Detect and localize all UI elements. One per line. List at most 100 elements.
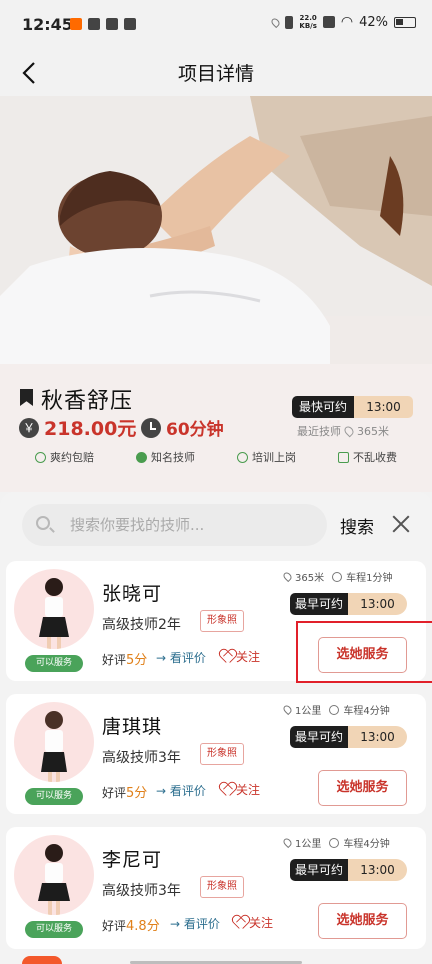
status-badge: 可以服务 [25, 921, 83, 938]
status-badge: 可以服务 [25, 788, 83, 805]
technician-avatar[interactable]: 可以服务 [14, 569, 94, 672]
net-speed: 22.0 KB/s [299, 14, 316, 30]
distance-info: 365米 车程1分钟 [281, 569, 393, 584]
project-name: 秋香舒压 [41, 389, 134, 414]
net-speed-value: 22.0 [299, 14, 317, 22]
technician-avatar[interactable]: 可以服务 [14, 835, 94, 938]
shield-check-icon [35, 451, 46, 463]
photo-tag-button[interactable]: 形象照 [200, 610, 244, 632]
clock-icon [329, 837, 340, 848]
heart-icon [220, 650, 234, 663]
feature-label: 爽约包赔 [50, 451, 94, 464]
vibrate-icon [285, 15, 294, 29]
earliest-label: 最早可约 [290, 726, 348, 748]
follow-button[interactable]: 关注 [220, 781, 260, 798]
technician-level: 高级技师3年 [102, 750, 181, 766]
select-technician-button[interactable]: 选她服务 [318, 770, 407, 806]
yen-icon: ￥ [19, 418, 39, 438]
location-pin-icon [281, 836, 294, 849]
avatar [14, 835, 94, 915]
select-technician-button[interactable]: 选她服务 [318, 903, 407, 939]
follow-button[interactable]: 关注 [220, 648, 260, 665]
avatar [14, 569, 94, 649]
earliest-available-tag: 最早可约 13:00 [290, 726, 407, 748]
follow-label: 关注 [249, 916, 274, 930]
net-speed-unit: KB/s [299, 22, 317, 30]
technician-card[interactable]: 可以服务 唐琪琪 高级技师3年 形象照 好评5分 → 看评价 关注 1公里 车程… [6, 694, 426, 814]
feature-item: 培训上岗 [237, 449, 296, 465]
fastest-label: 最快可约 [292, 396, 354, 418]
nav-bar: 项目详情 [0, 50, 432, 96]
check-circle-icon [237, 451, 248, 463]
heart-icon [233, 916, 247, 929]
earliest-label: 最早可约 [290, 593, 348, 615]
status-badge: 可以服务 [25, 655, 83, 672]
technician-name: 张晓可 [102, 583, 163, 605]
follow-button[interactable]: 关注 [233, 914, 273, 931]
rating: 好评5分 [102, 782, 147, 801]
location-pin-icon [281, 570, 294, 583]
rating: 好评4.8分 [102, 915, 160, 934]
technician-level: 高级技师3年 [102, 883, 181, 899]
distance: 1公里 [295, 839, 322, 850]
nearest-technician: 最近技师 365米 [297, 423, 389, 439]
close-icon[interactable] [391, 514, 411, 534]
crown-icon [106, 18, 118, 30]
highlight-box [296, 621, 432, 683]
technician-card[interactable]: 可以服务 李尼可 高级技师3年 形象照 好评4.8分 → 看评价 关注 1公里 … [6, 827, 426, 949]
earliest-time: 13:00 [348, 726, 407, 748]
fastest-time: 13:00 [354, 396, 413, 418]
fastest-available-tag: 最快可约 13:00 [292, 396, 413, 418]
photo-tag-button[interactable]: 形象照 [200, 743, 244, 765]
technician-icon [136, 451, 147, 463]
feature-item: 爽约包赔 [35, 449, 94, 465]
search-input[interactable] [70, 513, 320, 537]
drive-time: 车程4分钟 [343, 706, 390, 717]
page-title: 项目详情 [177, 63, 254, 85]
location-icon [270, 16, 282, 28]
view-reviews-link[interactable]: → 看评价 [170, 915, 220, 932]
reviews-label: 看评价 [169, 784, 206, 798]
rating-value: 5分 [126, 653, 148, 668]
follow-label: 关注 [236, 783, 261, 797]
earliest-available-tag: 最早可约 13:00 [290, 859, 407, 881]
rating: 好评5分 [102, 649, 147, 668]
earliest-time: 13:00 [348, 859, 407, 881]
technician-level: 高级技师2年 [102, 617, 181, 633]
status-time: 12:45 [22, 15, 73, 34]
feature-item: 不乱收费 [338, 449, 397, 465]
clock-icon [329, 704, 340, 715]
photo-tag-button[interactable]: 形象照 [200, 876, 244, 898]
sync-icon [88, 18, 100, 30]
earliest-available-tag: 最早可约 13:00 [290, 593, 407, 615]
reviews-label: 看评价 [183, 917, 220, 931]
next-card-peek [22, 956, 62, 964]
view-reviews-link[interactable]: → 看评价 [156, 649, 206, 666]
technician-name: 唐琪琪 [102, 716, 163, 738]
search-button[interactable]: 搜索 [340, 513, 374, 538]
project-duration: 60分钟 [166, 420, 224, 440]
battery-percent: 42% [359, 14, 388, 30]
location-pin-icon [342, 424, 356, 438]
distance-info: 1公里 车程4分钟 [281, 702, 390, 717]
rating-value: 5分 [126, 786, 148, 801]
rating-label: 好评 [102, 919, 127, 933]
drive-time: 车程1分钟 [346, 573, 393, 584]
project-hero-image [0, 96, 432, 364]
clock-icon [141, 418, 161, 438]
earliest-label: 最早可约 [290, 859, 348, 881]
avatar [14, 702, 94, 782]
drive-time: 车程4分钟 [343, 839, 390, 850]
follow-label: 关注 [236, 650, 261, 664]
search-icon [36, 516, 50, 530]
distance: 365米 [295, 573, 325, 584]
view-reviews-link[interactable]: → 看评价 [156, 782, 206, 799]
location-pin-icon [281, 703, 294, 716]
feature-label: 培训上岗 [252, 451, 296, 464]
rating-label: 好评 [102, 653, 127, 667]
technician-avatar[interactable]: 可以服务 [14, 702, 94, 805]
notification-icons [70, 18, 136, 30]
distance: 1公里 [295, 706, 322, 717]
app-notification-icon [70, 18, 82, 30]
nearest-distance: 365米 [357, 425, 389, 438]
